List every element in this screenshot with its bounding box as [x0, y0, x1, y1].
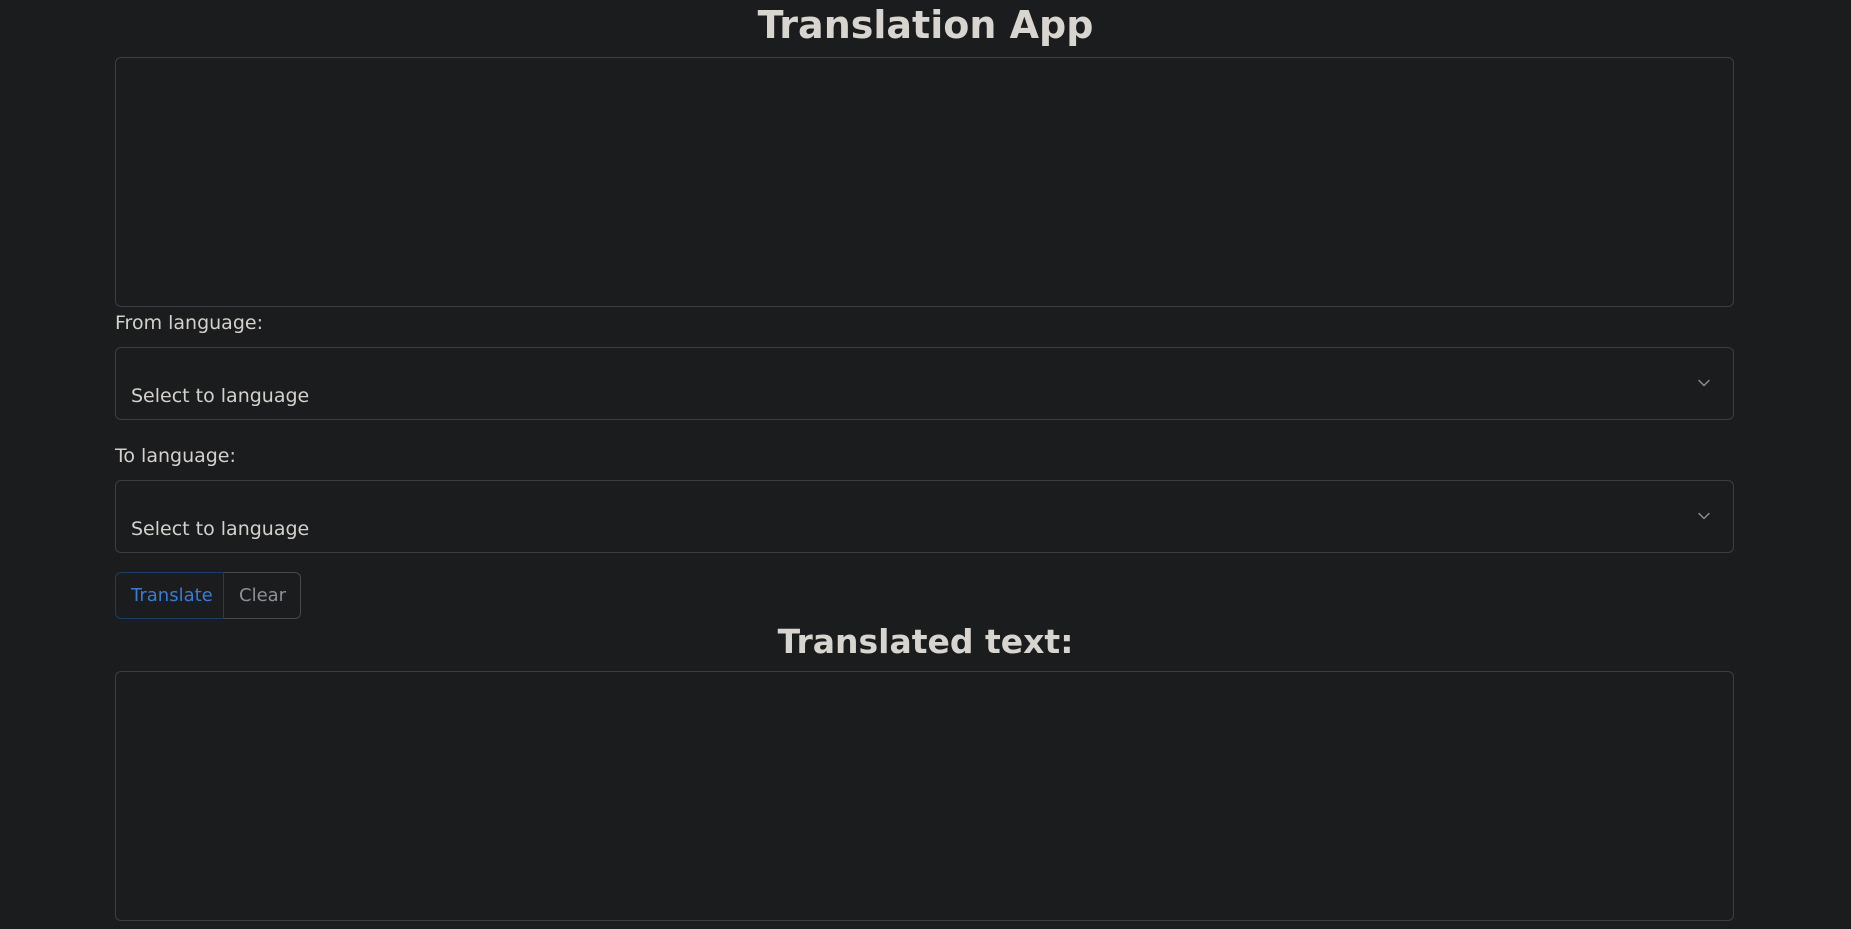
source-text-input[interactable]: [115, 57, 1734, 307]
from-language-label: From language:: [115, 312, 263, 334]
translate-button[interactable]: Translate: [115, 572, 224, 619]
translated-text-output[interactable]: [115, 671, 1734, 921]
chevron-down-icon: [1698, 379, 1710, 387]
action-button-group: Translate Clear: [115, 572, 301, 619]
chevron-down-icon: [1698, 512, 1710, 520]
to-language-select[interactable]: Select to language: [115, 480, 1734, 553]
from-language-selected-value: Select to language: [131, 385, 310, 407]
from-language-select[interactable]: Select to language: [115, 347, 1734, 420]
clear-button[interactable]: Clear: [224, 572, 301, 619]
translated-text-heading: Translated text:: [777, 622, 1074, 661]
page-title: Translation App: [757, 3, 1094, 47]
to-language-label: To language:: [115, 445, 236, 467]
app-container: Translation App From language: Select to…: [0, 0, 1851, 929]
to-language-selected-value: Select to language: [131, 518, 310, 540]
